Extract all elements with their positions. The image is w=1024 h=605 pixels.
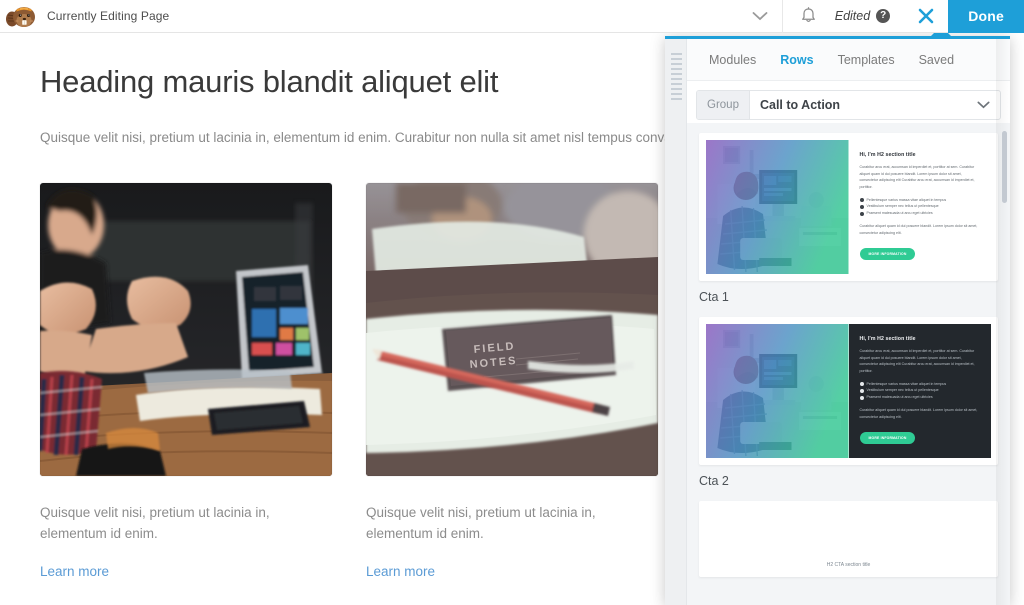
template-item-cta-1[interactable]: Hi, I'm H2 section title Curabitur arcu … <box>699 133 998 304</box>
group-dropdown[interactable]: Group Call to Action <box>696 90 1001 120</box>
chevron-down-icon <box>752 12 768 21</box>
group-filter-row: Group Call to Action <box>687 81 1010 129</box>
tab-templates[interactable]: Templates <box>826 39 907 81</box>
list-item: Vestibulum semper nec tellus ut pellente… <box>859 387 981 394</box>
learn-more-link[interactable]: Learn more <box>40 564 109 579</box>
cta-preview: H2 CTA section title <box>706 508 991 570</box>
group-selected-value: Call to Action <box>759 98 841 112</box>
template-name: Cta 1 <box>699 290 729 304</box>
panel-tabs: Modules Rows Templates Saved <box>687 39 1010 81</box>
cta-preview-photo <box>706 140 849 274</box>
card-caption: Quisque velit nisi, pretium ut lacinia i… <box>366 504 596 541</box>
photo-illustration <box>40 182 332 476</box>
edited-status: Edited ? <box>835 9 904 23</box>
bell-icon <box>802 7 816 23</box>
list-item: Vestibulum semper nec tellus ut pellente… <box>859 203 981 210</box>
cta-preview: Hi, I'm H2 section title Curabitur arcu … <box>706 140 991 274</box>
group-tag-label: Group <box>697 91 750 119</box>
cta-preview-button: MORE INFORMATION <box>859 248 916 261</box>
meeting-hands-laptop-photo <box>40 182 332 476</box>
cta-preview-button: MORE INFORMATION <box>859 432 916 445</box>
close-x-icon <box>918 8 934 24</box>
list-item-label: Pellentesque varius massa vitae aliquet … <box>866 197 947 202</box>
beaver-logo-button[interactable] <box>0 0 45 33</box>
template-thumbnail: H2 CTA section title <box>699 501 998 577</box>
panel-scrollbar-thumb[interactable] <box>1002 131 1007 203</box>
beaver-logo-icon <box>5 7 35 27</box>
cta-preview-list: Pellentesque varius massa vitae aliquet … <box>859 381 981 401</box>
grip-dots-icon <box>671 53 682 101</box>
template-thumbnail: Hi, I'm H2 section title Curabitur arcu … <box>699 317 998 465</box>
cta-preview-list: Pellentesque varius massa vitae aliquet … <box>859 197 981 217</box>
templates-scroll-area[interactable]: Hi, I'm H2 section title Curabitur arcu … <box>687 123 1010 605</box>
field-notes-notebook-pencil-photo: FIELD NOTES <box>366 182 658 476</box>
notifications-button[interactable] <box>783 0 835 33</box>
card-caption: Quisque velit nisi, pretium ut lacinia i… <box>40 504 270 541</box>
list-item-label: Vestibulum semper nec tellus ut pellente… <box>866 388 939 393</box>
check-bullet-icon <box>859 381 864 386</box>
list-item-label: Praesent malesuada ut arcu eget ultricie… <box>866 395 933 400</box>
cta-preview-paragraph-2: Curabitur aliquet quam id dui posuere bl… <box>859 224 978 235</box>
admin-bar-right-tools: Edited ? Done <box>835 0 1024 33</box>
list-item: Praesent malesuada ut arcu eget ultricie… <box>859 394 981 401</box>
panel-drag-handle[interactable] <box>665 39 687 605</box>
check-bullet-icon <box>859 197 864 202</box>
close-panel-button[interactable] <box>904 0 948 33</box>
tab-saved[interactable]: Saved <box>907 39 966 81</box>
chevron-down-icon <box>977 101 1000 109</box>
currently-editing-label: Currently Editing Page <box>47 9 170 23</box>
builder-content-panel: Modules Rows Templates Saved Group Call … <box>665 36 1010 605</box>
tab-rows[interactable]: Rows <box>768 39 825 81</box>
list-item-label: Praesent malesuada ut arcu eget ultricie… <box>866 211 933 216</box>
list-item: Praesent malesuada ut arcu eget ultricie… <box>859 210 981 217</box>
learn-more-link[interactable]: Learn more <box>366 564 435 579</box>
cta-preview-title: Hi, I'm H2 section title <box>859 152 916 158</box>
check-bullet-icon <box>859 211 864 216</box>
template-thumbnail: Hi, I'm H2 section title Curabitur arcu … <box>699 133 998 281</box>
check-bullet-icon <box>859 388 864 393</box>
template-item-cta-2[interactable]: Hi, I'm H2 section title Curabitur arcu … <box>699 317 998 488</box>
cta-preview: Hi, I'm H2 section title Curabitur arcu … <box>706 324 991 458</box>
help-icon[interactable]: ? <box>876 9 891 23</box>
panel-body: Modules Rows Templates Saved Group Call … <box>687 39 1010 605</box>
cta-preview-photo <box>706 324 849 458</box>
cta-preview-paragraph-2: Curabitur aliquet quam id dui posuere bl… <box>859 408 978 419</box>
template-name: Cta 2 <box>699 474 729 488</box>
content-card: FIELD NOTES Quisque velit nisi, pretium … <box>366 182 658 581</box>
tab-modules[interactable]: Modules <box>697 39 768 81</box>
cta-preview-content: Hi, I'm H2 section title Curabitur arcu … <box>848 324 991 458</box>
check-bullet-icon <box>859 204 864 209</box>
editing-dropdown-button[interactable] <box>738 0 782 33</box>
list-item: Pellentesque varius massa vitae aliquet … <box>859 381 981 388</box>
cta-preview-content: Hi, I'm H2 section title Curabitur arcu … <box>848 140 991 274</box>
edited-label: Edited <box>834 9 871 23</box>
cta-preview-title: H2 CTA section title <box>826 562 871 568</box>
done-button[interactable]: Done <box>948 0 1024 33</box>
workstation-photo <box>706 140 849 274</box>
cta-preview-title: Hi, I'm H2 section title <box>859 336 916 342</box>
admin-bar: Currently Editing Page Edited ? Done <box>0 0 1024 33</box>
photo-illustration: FIELD NOTES <box>366 182 658 476</box>
template-item-cta-3[interactable]: H2 CTA section title <box>699 501 998 577</box>
content-card: Quisque velit nisi, pretium ut lacinia i… <box>40 182 332 581</box>
workstation-photo <box>706 324 849 458</box>
list-item-label: Pellentesque varius massa vitae aliquet … <box>866 381 947 386</box>
cta-preview-paragraph-1: Curabitur arcu erat, accumsan id imperdi… <box>859 349 975 373</box>
cta-preview-paragraph-1: Curabitur arcu erat, accumsan id imperdi… <box>859 165 975 189</box>
check-bullet-icon <box>859 395 864 400</box>
list-item: Pellentesque varius massa vitae aliquet … <box>859 197 981 204</box>
list-item-label: Vestibulum semper nec tellus ut pellente… <box>866 204 939 209</box>
